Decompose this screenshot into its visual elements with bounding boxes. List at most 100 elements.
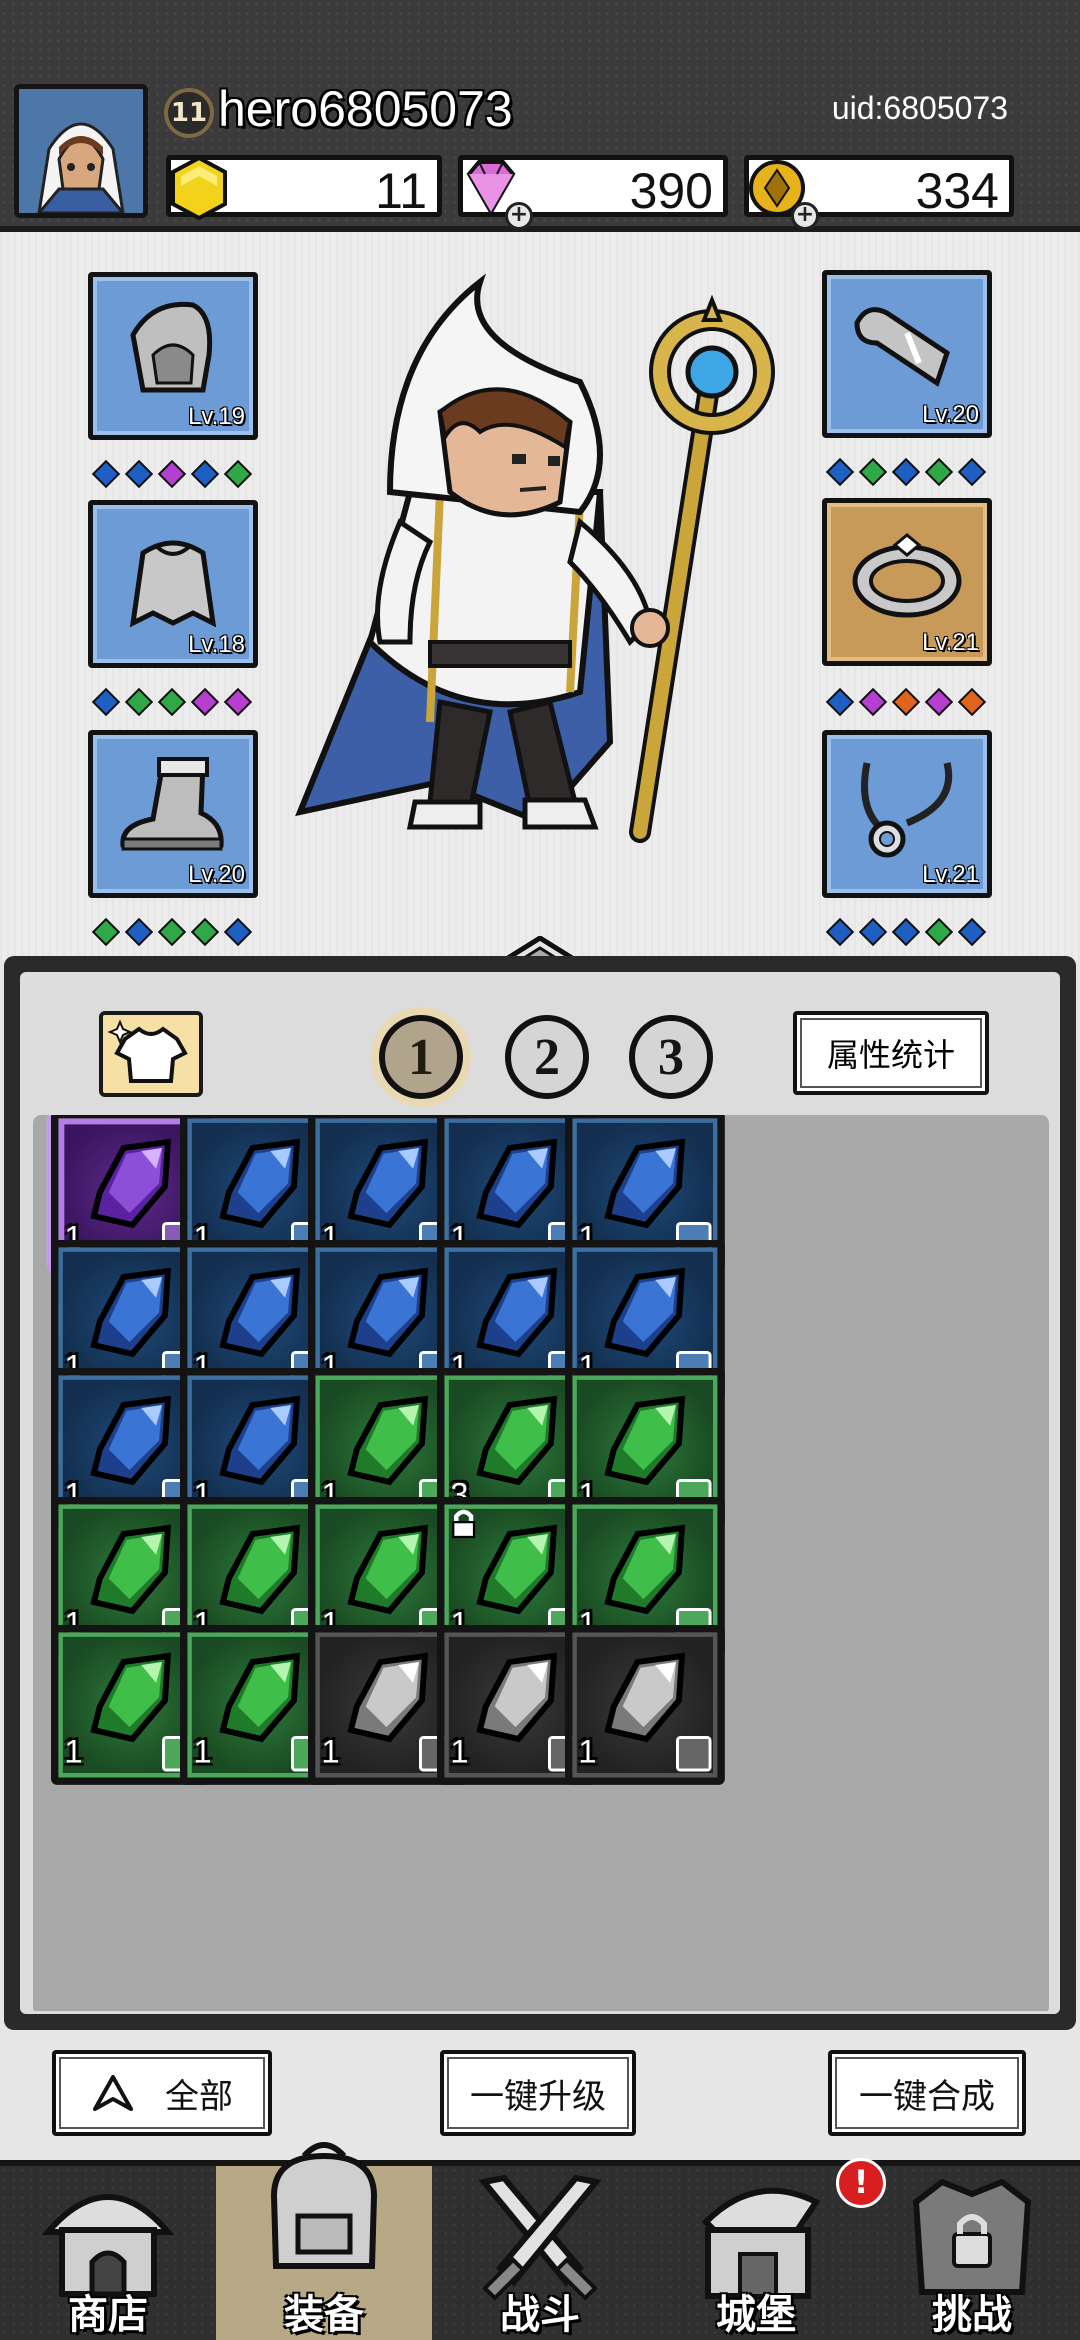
purple-gem-icon	[223, 687, 253, 717]
equip-slot-necklace[interactable]: Lv.21	[822, 730, 992, 898]
diamond-value: 390	[629, 163, 713, 219]
green-gem-icon	[157, 687, 187, 717]
green-gem-icon	[190, 917, 220, 947]
add-coin-icon[interactable]: +	[791, 202, 819, 230]
coin-value: 334	[915, 163, 999, 219]
shirt-icon	[107, 1019, 188, 1083]
necklace-icon	[861, 762, 953, 858]
bracer-gem-row	[825, 457, 987, 488]
green-gem-icon	[924, 457, 954, 487]
hood-gem-row	[91, 459, 253, 490]
equipment-filter-toggle[interactable]	[99, 1011, 203, 1097]
green-crystal-icon	[604, 1524, 686, 1614]
purple-gem-icon	[858, 687, 888, 717]
castle-alert-badge: !	[836, 2158, 886, 2208]
nav-shop[interactable]: 商店	[0, 2166, 216, 2340]
attribute-stats-button[interactable]: 属性统计	[793, 1011, 989, 1095]
item-count: 1	[64, 1733, 83, 1771]
ring-icon	[852, 533, 962, 618]
slot-level: Lv.20	[188, 861, 245, 888]
equip-slot-cloak[interactable]: Lv.18	[88, 500, 258, 668]
inventory-page-tab-2[interactable]: 2	[505, 1015, 589, 1099]
weapon-slot-icon	[676, 1736, 712, 1772]
gold-hex-counter: 11	[166, 155, 442, 221]
green-crystal-icon	[90, 1524, 172, 1614]
filter-all-label: 全部	[165, 2076, 233, 2117]
green-gem-icon	[124, 687, 154, 717]
nav-equipment[interactable]: 装备	[216, 2142, 432, 2340]
nav-battle-label: 战斗	[500, 2292, 580, 2338]
green-gem-icon	[858, 457, 888, 487]
necklace-gem-row	[825, 917, 987, 948]
blue-gem-icon	[124, 459, 154, 489]
blue-crystal-icon	[90, 1267, 172, 1357]
coin-counter: + 334	[744, 155, 1014, 230]
nav-challenge[interactable]: 挑战	[864, 2166, 1080, 2340]
cloak-gem-row	[91, 687, 253, 718]
nav-battle[interactable]: 战斗	[432, 2166, 648, 2340]
triangle-up-icon	[93, 2075, 133, 2111]
slot-level: Lv.18	[188, 631, 245, 658]
bottom-navigation: 商店 装备 战斗 城堡 挑战	[0, 2142, 1080, 2340]
inventory-page-tab-3[interactable]: 3	[629, 1015, 713, 1099]
diamond-counter: + 390	[458, 155, 728, 230]
blue-crystal-icon	[475, 1267, 557, 1357]
equip-slot-ring[interactable]: Lv.21	[822, 498, 992, 666]
inventory-page-tab-1[interactable]: 1	[379, 1015, 463, 1099]
equip-slot-boots[interactable]: Lv.20	[88, 730, 258, 898]
merge-all-button[interactable]: 一键合成	[828, 2050, 1026, 2136]
nav-castle-label: 城堡	[716, 2292, 796, 2338]
inventory-item-gray-crystal[interactable]: 1	[565, 1625, 725, 1785]
upgrade-all-button[interactable]: 一键升级	[440, 2050, 636, 2136]
purple-gem-icon	[190, 687, 220, 717]
purple-gem-icon	[157, 459, 187, 489]
green-crystal-icon	[347, 1524, 429, 1614]
item-count: 1	[192, 1733, 211, 1771]
player-username: hero6805073	[218, 81, 513, 137]
nav-challenge-label: 挑战	[932, 2292, 1012, 2338]
slot-level: Lv.19	[188, 403, 245, 430]
blue-crystal-icon	[347, 1267, 429, 1357]
purple-gem-icon	[924, 687, 954, 717]
inventory-grid: 1111111111111311111111111	[33, 1115, 1049, 2011]
green-gem-icon	[157, 917, 187, 947]
slot-level: Lv.21	[922, 629, 979, 656]
boots-icon	[120, 757, 224, 851]
green-gem-icon	[924, 917, 954, 947]
orange-gem-icon	[957, 687, 987, 717]
backpack-icon	[270, 2142, 378, 2269]
blue-gem-icon	[957, 457, 987, 487]
filter-all-button[interactable]: 全部	[52, 2050, 272, 2136]
slot-level: Lv.20	[922, 401, 979, 428]
blue-crystal-icon	[218, 1267, 300, 1357]
hood-icon	[130, 301, 213, 393]
bracer-icon	[854, 307, 950, 387]
slot-level: Lv.21	[922, 861, 979, 888]
blue-gem-icon	[190, 459, 220, 489]
hero-equipment-area: Lv.19 Lv.18 Lv.20 Lv.20 Lv.21 Lv.21	[0, 232, 1080, 1132]
gold-hex-value: 11	[375, 163, 427, 219]
green-crystal-icon	[475, 1524, 557, 1614]
blue-gem-icon	[91, 459, 121, 489]
blue-gem-icon	[91, 687, 121, 717]
equip-slot-hood[interactable]: Lv.19	[88, 272, 258, 440]
blue-gem-icon	[124, 917, 154, 947]
boots-gem-row	[91, 917, 253, 948]
player-avatar[interactable]	[14, 84, 148, 218]
item-count: 1	[449, 1733, 468, 1771]
nav-castle[interactable]: 城堡	[648, 2166, 864, 2340]
blue-gem-icon	[223, 917, 253, 947]
ring-gem-row	[825, 687, 987, 718]
equip-slot-bracer[interactable]: Lv.20	[822, 270, 992, 438]
player-header: 11 hero6805073 uid:6805073 11 + 390 + 33…	[0, 0, 1080, 232]
blue-crystal-icon	[604, 1267, 686, 1357]
add-diamond-icon[interactable]: +	[505, 202, 533, 230]
blue-gem-icon	[891, 917, 921, 947]
blue-gem-icon	[891, 457, 921, 487]
green-gem-icon	[223, 459, 253, 489]
game-screen: 11 hero6805073 uid:6805073 11 + 390 + 33…	[0, 0, 1080, 2340]
hero-character	[295, 273, 775, 843]
green-crystal-icon	[218, 1524, 300, 1614]
orange-gem-icon	[891, 687, 921, 717]
blue-gem-icon	[858, 917, 888, 947]
